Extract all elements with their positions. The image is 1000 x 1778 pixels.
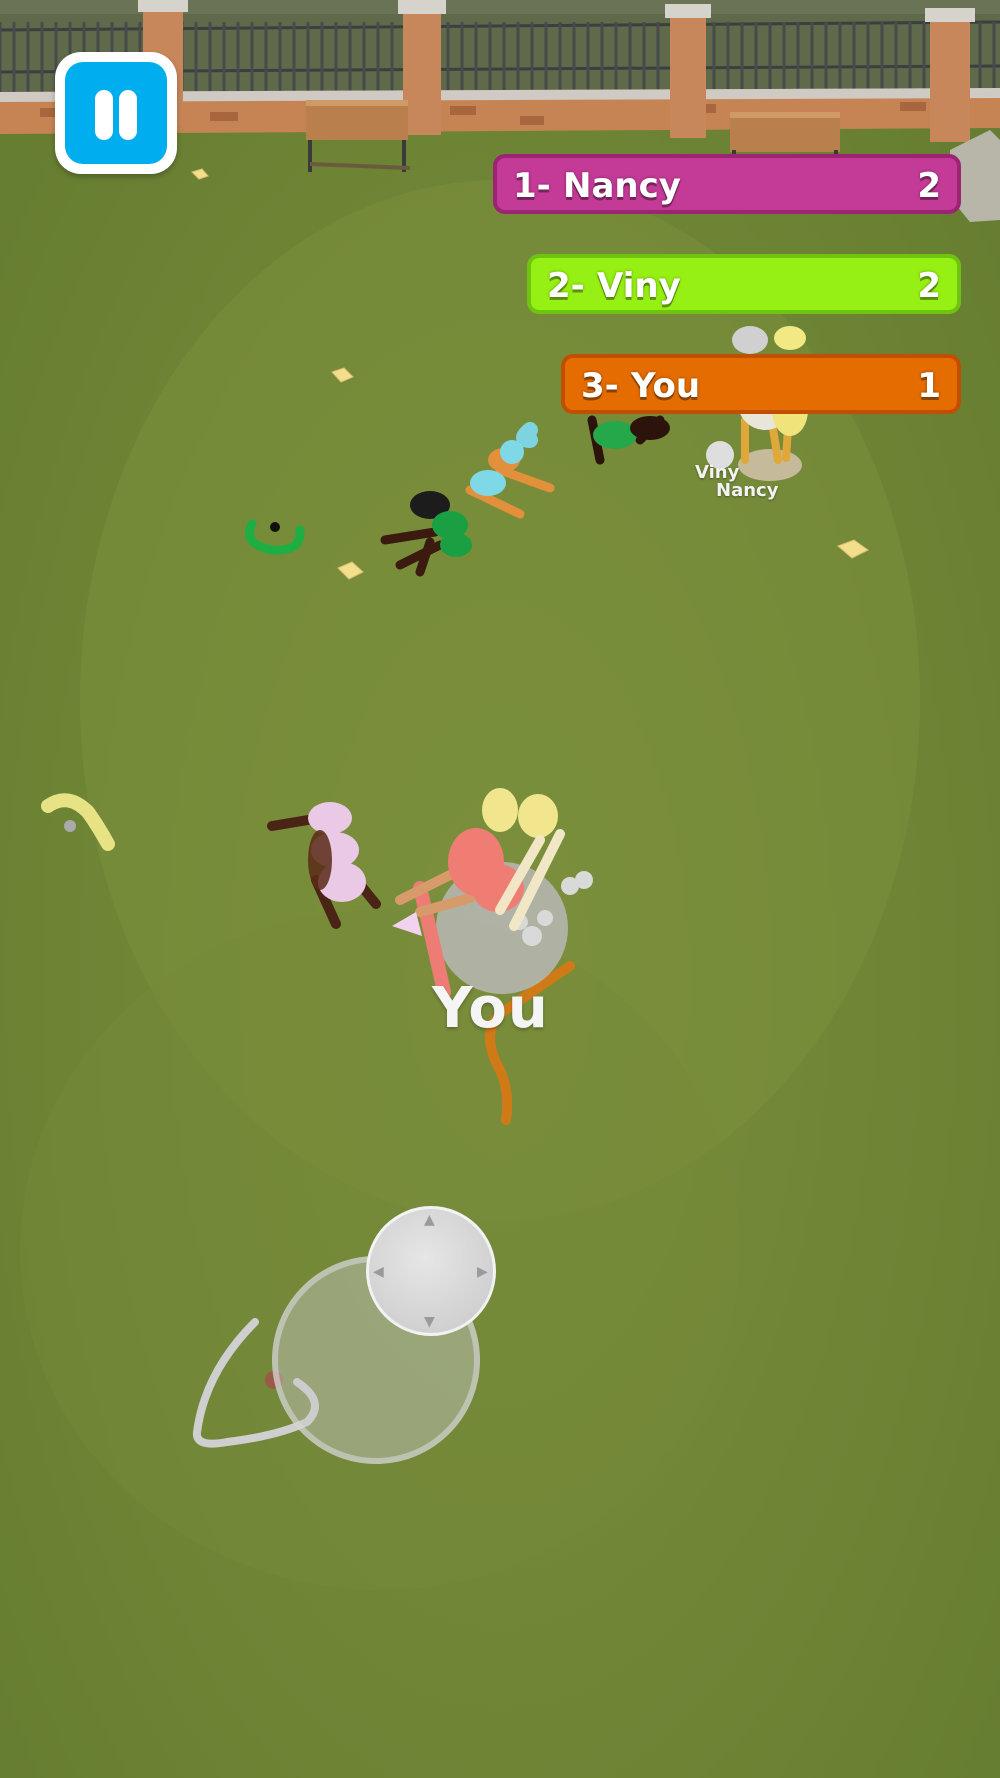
pause-bar-right [119,90,137,140]
player-label: You [432,976,549,1041]
arrow-left-icon: ◀ [373,1264,384,1280]
leaderboard-row-1: 1- Nancy 2 [493,154,961,214]
bench [306,100,411,172]
arrow-right-icon: ▶ [477,1264,488,1280]
leaderboard-rank: 1- [513,166,551,206]
leaderboard-score: 1 [917,366,941,406]
leaderboard-row-3: 3- You 1 [561,354,961,414]
arrow-down-icon: ▼ [424,1314,435,1330]
pause-button[interactable] [55,52,177,174]
leaderboard-rank: 3- [581,366,619,406]
leaderboard-row-2: 2- Viny 2 [527,254,961,314]
bench [730,112,840,160]
leaderboard-name: You [631,366,701,406]
leaderboard-name: Viny [597,266,681,306]
opponent-label-nancy: Nancy [716,480,779,501]
leaderboard-score: 2 [917,266,941,306]
joystick-icon[interactable]: ▲ ▼ ◀ ▶ [366,1206,496,1336]
pause-icon [65,62,167,164]
leaderboard-name: Nancy [563,166,681,206]
leaderboard-score: 2 [917,166,941,206]
leaderboard-rank: 2- [547,266,585,306]
pause-bar-left [95,90,113,140]
arrow-up-icon: ▲ [424,1212,435,1228]
